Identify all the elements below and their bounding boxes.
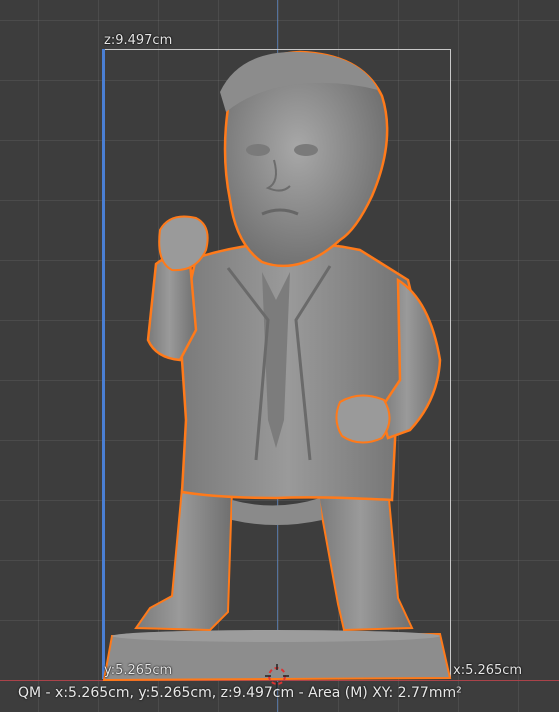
figurine-head [220, 50, 389, 268]
y-dimension-label: y:5.265cm [104, 663, 173, 678]
figurine-model[interactable] [0, 0, 559, 712]
figurine-legs [134, 486, 414, 632]
figurine-torso [178, 241, 422, 502]
z-dimension-label: z:9.497cm [104, 33, 173, 48]
x-dimension-label: x:5.265cm [453, 663, 523, 678]
measurement-status-text: QM - x:5.265cm, y:5.265cm, z:9.497cm - A… [18, 685, 462, 701]
3d-viewport[interactable]: z:9.497cm y:5.265cm x:5.265cm QM - x:5.2… [0, 0, 559, 712]
